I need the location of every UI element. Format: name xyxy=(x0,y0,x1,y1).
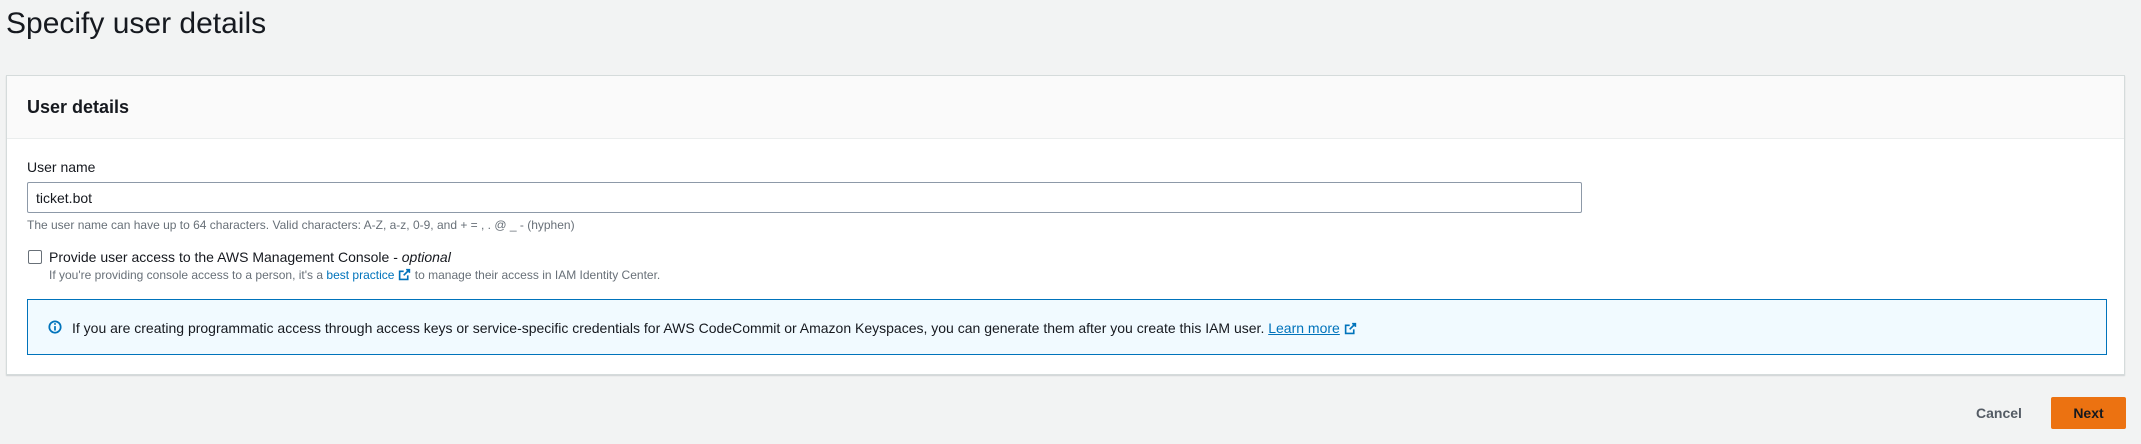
info-alert: If you are creating programmatic access … xyxy=(27,299,2107,355)
desc-before: If you're providing console access to a … xyxy=(49,268,327,282)
external-link-icon xyxy=(1344,321,1357,339)
console-access-checkbox[interactable] xyxy=(28,250,42,264)
username-label: User name xyxy=(27,159,96,175)
best-practice-link[interactable]: best practice xyxy=(326,268,411,282)
user-details-panel: User details User name The user name can… xyxy=(6,75,2125,375)
cancel-button[interactable]: Cancel xyxy=(1962,399,2036,427)
best-practice-link-text: best practice xyxy=(326,268,395,282)
learn-more-link[interactable]: Learn more xyxy=(1268,320,1357,336)
info-alert-text: If you are creating programmatic access … xyxy=(72,319,1357,339)
desc-after: to manage their access in IAM Identity C… xyxy=(411,268,661,282)
optional-tag: optional xyxy=(401,249,451,265)
panel-title: User details xyxy=(27,97,130,117)
info-alert-message: If you are creating programmatic access … xyxy=(72,320,1269,336)
learn-more-link-text: Learn more xyxy=(1268,320,1340,336)
console-access-label-text: Provide user access to the AWS Managemen… xyxy=(49,249,402,265)
username-constraint: The user name can have up to 64 characte… xyxy=(27,218,575,232)
next-button[interactable]: Next xyxy=(2051,397,2126,429)
panel-header: User details xyxy=(7,76,2124,139)
external-link-icon xyxy=(398,268,411,285)
username-input[interactable] xyxy=(27,182,1582,213)
info-icon xyxy=(48,320,62,339)
console-access-description: If you're providing console access to a … xyxy=(49,267,660,285)
console-access-label[interactable]: Provide user access to the AWS Managemen… xyxy=(49,248,451,266)
page-title: Specify user details xyxy=(6,7,267,40)
